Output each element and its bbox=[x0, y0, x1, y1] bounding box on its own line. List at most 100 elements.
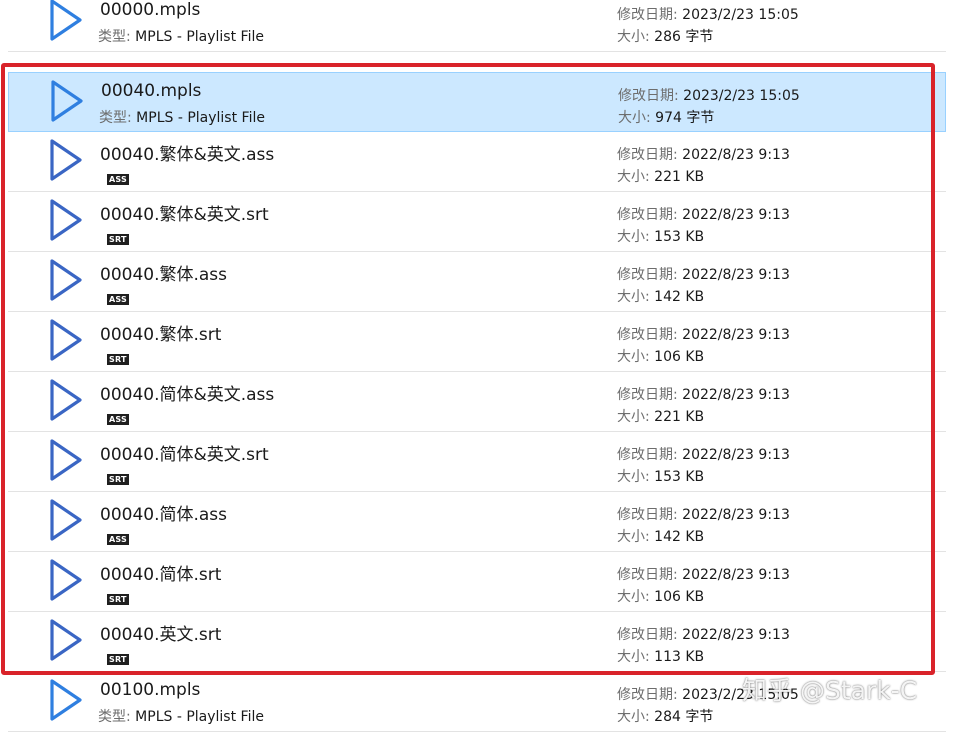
file-list: 00000.mpls 类型: MPLS - Playlist File 修改日期: … bbox=[0, 0, 960, 732]
file-type-label: 类型: bbox=[99, 110, 137, 126]
size-value: 113 KB bbox=[654, 649, 705, 665]
modified-value: 2022/8/23 9:13 bbox=[682, 387, 790, 403]
file-type: 类型: MPLS - Playlist File bbox=[99, 107, 265, 127]
file-size: 大小: 153 KB bbox=[617, 226, 704, 246]
modified-label: 修改日期: bbox=[617, 207, 683, 223]
modified-label: 修改日期: bbox=[618, 88, 684, 104]
size-value: 221 KB bbox=[654, 169, 705, 185]
file-size: 大小: 221 KB bbox=[617, 406, 704, 426]
file-size: 大小: 284 字节 bbox=[617, 706, 713, 726]
file-type-badge: ASS bbox=[107, 294, 129, 305]
modified-label: 修改日期: bbox=[617, 687, 683, 703]
file-row[interactable]: ASS 00040.简体&英文.ass 修改日期: 2022/8/23 9:13 大小… bbox=[8, 372, 946, 432]
file-modified: 修改日期: 2022/8/23 9:13 bbox=[617, 624, 790, 644]
file-name: 00040.繁体.ass bbox=[100, 265, 228, 285]
size-label: 大小: bbox=[617, 289, 655, 305]
play-icon bbox=[46, 678, 92, 726]
modified-value: 2022/8/23 9:13 bbox=[682, 207, 790, 223]
subtitle-file-icon: SRT bbox=[46, 438, 129, 486]
file-name: 00040.英文.srt bbox=[100, 625, 222, 645]
file-name: 00040.简体&英文.ass bbox=[100, 385, 275, 405]
file-size: 大小: 142 KB bbox=[617, 526, 704, 546]
file-type-badge: ASS bbox=[107, 534, 129, 545]
file-row[interactable]: SRT 00040.繁体.srt 修改日期: 2022/8/23 9:13 大小: 1… bbox=[8, 312, 946, 372]
modified-value: 2023/2/23 15:05 bbox=[682, 687, 799, 703]
file-row[interactable]: SRT 00040.英文.srt 修改日期: 2022/8/23 9:13 大小: 1… bbox=[8, 612, 946, 672]
file-row[interactable]: 00000.mpls 类型: MPLS - Playlist File 修改日期: … bbox=[8, 0, 946, 52]
subtitle-file-icon: ASS bbox=[46, 138, 129, 186]
size-value: 153 KB bbox=[654, 229, 705, 245]
file-row[interactable]: SRT 00040.繁体&英文.srt 修改日期: 2022/8/23 9:13 大小… bbox=[8, 192, 946, 252]
modified-value: 2022/8/23 9:13 bbox=[682, 507, 790, 523]
modified-label: 修改日期: bbox=[617, 147, 683, 163]
modified-value: 2023/2/23 15:05 bbox=[683, 88, 800, 104]
file-size: 大小: 106 KB bbox=[617, 586, 704, 606]
size-label: 大小: bbox=[617, 229, 655, 245]
modified-label: 修改日期: bbox=[617, 7, 683, 23]
file-modified: 修改日期: 2022/8/23 9:13 bbox=[617, 144, 790, 164]
size-value: 106 KB bbox=[654, 349, 705, 365]
file-type-value: MPLS - Playlist File bbox=[136, 110, 265, 126]
size-label: 大小: bbox=[617, 589, 655, 605]
file-type-badge: ASS bbox=[107, 414, 129, 425]
play-icon bbox=[47, 79, 93, 127]
modified-label: 修改日期: bbox=[617, 567, 683, 583]
file-modified: 修改日期: 2022/8/23 9:13 bbox=[617, 444, 790, 464]
subtitle-file-icon: ASS bbox=[46, 378, 129, 426]
file-size: 大小: 106 KB bbox=[617, 346, 704, 366]
modified-label: 修改日期: bbox=[617, 447, 683, 463]
size-label: 大小: bbox=[617, 29, 655, 45]
file-name: 00040.简体.srt bbox=[100, 565, 222, 585]
file-row[interactable]: ASS 00040.繁体.ass 修改日期: 2022/8/23 9:13 大小: 1… bbox=[8, 252, 946, 312]
size-label: 大小: bbox=[617, 169, 655, 185]
subtitle-file-icon: ASS bbox=[46, 498, 129, 546]
file-row[interactable]: 00100.mpls 类型: MPLS - Playlist File 修改日期: … bbox=[8, 672, 946, 732]
file-type-badge: ASS bbox=[107, 174, 129, 185]
modified-value: 2022/8/23 9:13 bbox=[682, 627, 790, 643]
file-row[interactable]: SRT 00040.简体.srt 修改日期: 2022/8/23 9:13 大小: 1… bbox=[8, 552, 946, 612]
file-size: 大小: 974 字节 bbox=[618, 107, 714, 127]
file-type-label: 类型: bbox=[98, 709, 136, 725]
size-value: 106 KB bbox=[654, 589, 705, 605]
modified-value: 2022/8/23 9:13 bbox=[682, 447, 790, 463]
size-value: 142 KB bbox=[654, 289, 705, 305]
file-name: 00040.繁体.srt bbox=[100, 325, 222, 345]
subtitle-file-icon: SRT bbox=[46, 318, 129, 366]
modified-value: 2022/8/23 9:13 bbox=[682, 267, 790, 283]
file-size: 大小: 153 KB bbox=[617, 466, 704, 486]
file-modified: 修改日期: 2022/8/23 9:13 bbox=[617, 564, 790, 584]
file-name: 00040.繁体&英文.ass bbox=[100, 145, 275, 165]
subtitle-file-icon: SRT bbox=[46, 618, 129, 666]
file-name: 00100.mpls bbox=[100, 680, 201, 700]
size-label: 大小: bbox=[617, 529, 655, 545]
file-type-value: MPLS - Playlist File bbox=[135, 709, 264, 725]
file-modified: 修改日期: 2022/8/23 9:13 bbox=[617, 204, 790, 224]
file-modified: 修改日期: 2022/8/23 9:13 bbox=[617, 264, 790, 284]
file-row[interactable]: SRT 00040.简体&英文.srt 修改日期: 2022/8/23 9:13 大小… bbox=[8, 432, 946, 492]
file-type-value: MPLS - Playlist File bbox=[135, 29, 264, 45]
file-row[interactable]: 00040.mpls 类型: MPLS - Playlist File 修改日期: … bbox=[8, 72, 946, 132]
file-size: 大小: 221 KB bbox=[617, 166, 704, 186]
size-value: 284 字节 bbox=[654, 709, 714, 725]
size-label: 大小: bbox=[618, 110, 656, 126]
size-value: 286 字节 bbox=[654, 29, 714, 45]
file-modified: 修改日期: 2022/8/23 9:13 bbox=[617, 384, 790, 404]
size-label: 大小: bbox=[617, 469, 655, 485]
file-type-badge: SRT bbox=[107, 594, 129, 605]
modified-label: 修改日期: bbox=[617, 267, 683, 283]
file-row[interactable]: ASS 00040.简体.ass 修改日期: 2022/8/23 9:13 大小: 1… bbox=[8, 492, 946, 552]
file-modified: 修改日期: 2023/2/23 15:05 bbox=[617, 684, 799, 704]
file-modified: 修改日期: 2023/2/23 15:05 bbox=[618, 85, 800, 105]
file-row[interactable]: ASS 00040.繁体&英文.ass 修改日期: 2022/8/23 9:13 大小… bbox=[8, 132, 946, 192]
modified-label: 修改日期: bbox=[617, 627, 683, 643]
size-value: 974 字节 bbox=[655, 110, 715, 126]
file-name: 00040.mpls bbox=[101, 81, 202, 101]
file-modified: 修改日期: 2022/8/23 9:13 bbox=[617, 504, 790, 524]
file-modified: 修改日期: 2022/8/23 9:13 bbox=[617, 324, 790, 344]
file-name: 00040.繁体&英文.srt bbox=[100, 205, 269, 225]
size-value: 142 KB bbox=[654, 529, 705, 545]
file-size: 大小: 113 KB bbox=[617, 646, 704, 666]
size-label: 大小: bbox=[617, 649, 655, 665]
file-type-badge: SRT bbox=[107, 234, 129, 245]
modified-label: 修改日期: bbox=[617, 507, 683, 523]
